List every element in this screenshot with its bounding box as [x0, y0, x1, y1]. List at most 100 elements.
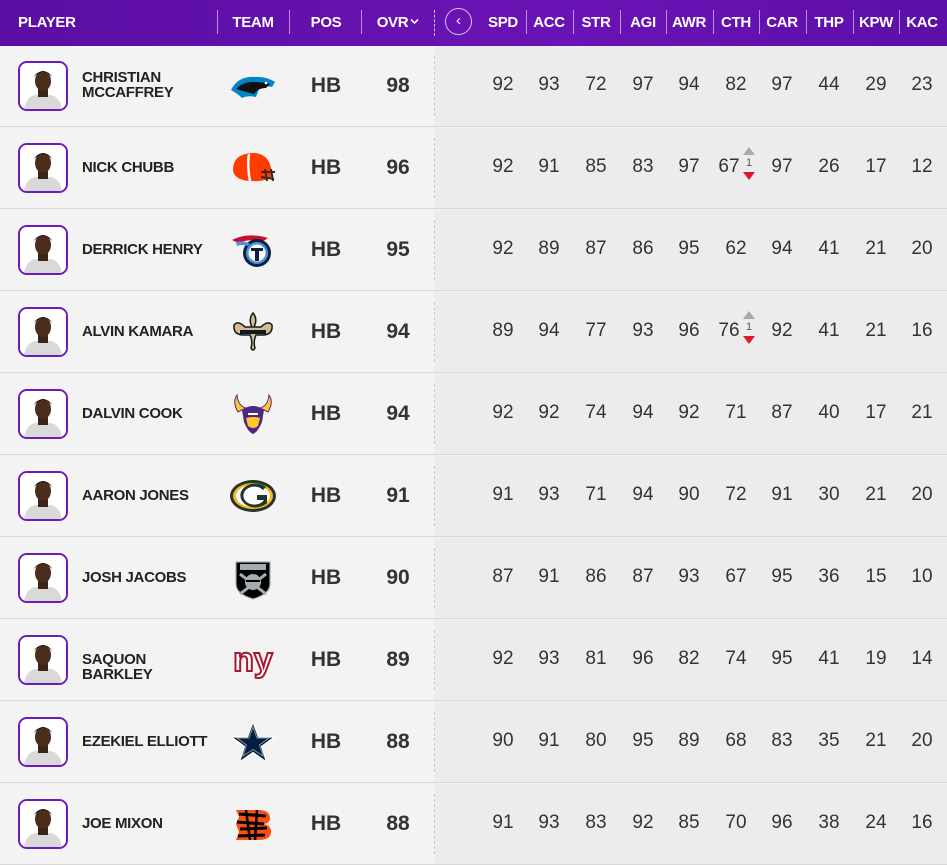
- player-avatar[interactable]: [18, 471, 68, 521]
- stat-str: 74: [585, 402, 607, 423]
- header-team[interactable]: TEAM: [220, 0, 286, 46]
- player-row[interactable]: Joe Mixon HB 88 91 93 83 92 85 70 96 38 24 16: [0, 784, 947, 865]
- stat-str: 83: [585, 812, 607, 833]
- stat-awr: 93: [678, 566, 700, 587]
- stat-awr: 85: [678, 812, 700, 833]
- player-avatar[interactable]: [18, 61, 68, 111]
- player-row[interactable]: Ezekiel Elliott HB 88 90 91 80 95 89 68 83 35 21 20: [0, 702, 947, 783]
- player-overall: 95: [386, 238, 410, 261]
- stat-awr: 92: [678, 402, 700, 423]
- stat-acc: 93: [538, 484, 560, 505]
- player-avatar[interactable]: [18, 799, 68, 849]
- header-divider: [759, 10, 760, 34]
- header-divider: [666, 10, 667, 34]
- player-avatar[interactable]: [18, 389, 68, 439]
- player-row[interactable]: Derrick Henry HB 95 92 89 87 86 95 62 94 41 21 20: [0, 210, 947, 291]
- stat-acc: 91: [538, 566, 560, 587]
- scroll-left-button[interactable]: ‹: [445, 8, 472, 35]
- player-avatar[interactable]: [18, 225, 68, 275]
- column-dashed-divider: [434, 220, 435, 280]
- stat-kpw: 15: [865, 566, 887, 587]
- header-thp[interactable]: THP: [806, 0, 852, 46]
- player-position: HB: [310, 238, 342, 261]
- stat-str: 77: [585, 320, 607, 341]
- stat-str: 71: [585, 484, 607, 505]
- packers-logo: [228, 474, 278, 518]
- header-acc[interactable]: ACC: [526, 0, 572, 46]
- stat-thp: 38: [818, 812, 840, 833]
- player-row[interactable]: Alvin Kamara HB 94 89 94 77 93 96 76 1 92 41 21 16: [0, 292, 947, 373]
- player-row[interactable]: Saquon Barkley ny HB 89 92 93 81 96 82 74 95 41 19 14: [0, 620, 947, 701]
- player-row[interactable]: Dalvin Cook HB 94 92 92 74 94 92 71 87 40 17 21: [0, 374, 947, 455]
- column-dashed-divider: [434, 302, 435, 362]
- stat-spd: 90: [492, 730, 514, 751]
- player-name[interactable]: Josh Jacobs: [82, 570, 212, 585]
- player-row[interactable]: Nick Chubb HB 96 92 91 85 83 97 67 1 97 26 17 12: [0, 128, 947, 209]
- player-name[interactable]: Alvin Kamara: [82, 324, 212, 339]
- player-name[interactable]: Nick Chubb: [82, 160, 212, 175]
- arrow-up-icon: [743, 147, 755, 155]
- stat-cth: 71: [725, 402, 747, 423]
- stat-thp: 40: [818, 402, 840, 423]
- player-name[interactable]: Aaron Jones: [82, 488, 212, 503]
- cowboys-logo: [228, 720, 278, 764]
- header-kpw[interactable]: KPW: [853, 0, 899, 46]
- player-row[interactable]: Josh Jacobs HB 90 87 91 86 87 93 67 95 36 15 10: [0, 538, 947, 619]
- player-avatar[interactable]: [18, 635, 68, 685]
- player-position: HB: [310, 320, 342, 343]
- stat-cth: 68: [725, 730, 747, 751]
- header-player[interactable]: PLAYER: [18, 0, 78, 46]
- stat-acc: 91: [538, 156, 560, 177]
- player-name[interactable]: Saquon Barkley: [82, 652, 212, 682]
- stat-agi: 97: [632, 74, 654, 95]
- stat-thp: 41: [818, 648, 840, 669]
- header-ovr[interactable]: OVR: [364, 0, 432, 46]
- player-position: HB: [310, 156, 342, 179]
- player-position: HB: [310, 74, 342, 97]
- stat-car: 83: [771, 730, 793, 751]
- stat-agi: 96: [632, 648, 654, 669]
- stat-kpw: 17: [865, 402, 887, 423]
- player-avatar[interactable]: [18, 717, 68, 767]
- header-kac[interactable]: KAC: [899, 0, 945, 46]
- column-dashed-divider: [434, 712, 435, 772]
- player-avatar[interactable]: [18, 307, 68, 357]
- player-name[interactable]: Joe Mixon: [82, 816, 212, 831]
- player-name[interactable]: Dalvin Cook: [82, 406, 212, 421]
- player-name[interactable]: Ezekiel Elliott: [82, 734, 212, 749]
- player-name[interactable]: Derrick Henry: [82, 242, 212, 257]
- stat-cth: 72: [725, 484, 747, 505]
- player-row[interactable]: Christian McCaffrey HB 98 92 93 72 97 94 82 97 44 2…: [0, 46, 947, 127]
- stat-spd: 91: [492, 812, 514, 833]
- stat-acc: 92: [538, 402, 560, 423]
- stat-cth: 62: [725, 238, 747, 259]
- header-divider: [572, 10, 574, 34]
- player-avatar[interactable]: [18, 143, 68, 193]
- player-name[interactable]: Christian McCaffrey: [82, 70, 212, 100]
- header-divider: [361, 10, 362, 34]
- stat-cth: 82: [725, 74, 747, 95]
- header-cth[interactable]: CTH: [713, 0, 759, 46]
- player-overall: 94: [386, 402, 410, 425]
- header-ovr-label: OVR: [376, 14, 409, 31]
- stat-kac: 12: [911, 156, 933, 177]
- stat-car: 97: [771, 74, 793, 95]
- header-agi[interactable]: AGI: [620, 0, 666, 46]
- header-car[interactable]: CAR: [759, 0, 805, 46]
- stat-str: 80: [585, 730, 607, 751]
- stat-kpw: 29: [865, 74, 887, 95]
- header-str[interactable]: STR: [573, 0, 619, 46]
- header-divider: [852, 10, 854, 34]
- header-spd[interactable]: SPD: [480, 0, 526, 46]
- stat-spd: 89: [492, 320, 514, 341]
- player-avatar[interactable]: [18, 553, 68, 603]
- player-row[interactable]: Aaron Jones HB 91 91 93 71 94 90 72 91 30 21 20: [0, 456, 947, 537]
- stat-cth: 70: [725, 812, 747, 833]
- header-awr[interactable]: AWR: [666, 0, 712, 46]
- player-position: HB: [310, 566, 342, 589]
- stat-awr: 90: [678, 484, 700, 505]
- player-overall: 89: [386, 648, 410, 671]
- header-pos[interactable]: POS: [292, 0, 360, 46]
- stat-spd: 92: [492, 648, 514, 669]
- panthers-logo: [228, 64, 278, 108]
